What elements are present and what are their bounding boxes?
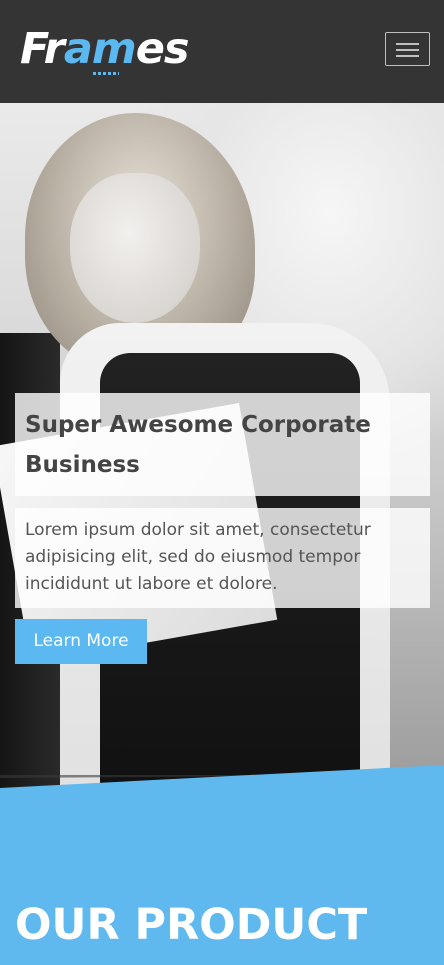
logo-text-prefix: Fr (20, 24, 65, 74)
hero-text-panel: Lorem ipsum dolor sit amet, consectetur … (15, 508, 430, 608)
hamburger-menu-button[interactable] (385, 32, 430, 66)
site-header: Frames (0, 0, 444, 103)
learn-more-button[interactable]: Learn More (15, 619, 147, 664)
hamburger-bar (396, 55, 419, 57)
logo-dots-decoration (93, 72, 119, 75)
hero-description: Lorem ipsum dolor sit amet, consectetur … (25, 520, 371, 594)
hamburger-menu-icon (396, 43, 419, 45)
hero-title: Super Awesome Corporate Business (25, 412, 371, 478)
product-section: OUR PRODUCT (0, 788, 444, 965)
hamburger-bar (396, 49, 419, 51)
logo-text-accent: am (63, 24, 137, 74)
hero-title-panel: Super Awesome Corporate Business (15, 393, 430, 496)
section-title: OUR PRODUCT (15, 900, 368, 950)
logo-text-suffix: es (135, 24, 190, 74)
hero-image-figure (70, 173, 200, 323)
logo[interactable]: Frames (20, 24, 190, 78)
hero-section: Super Awesome Corporate Business Lorem i… (0, 103, 444, 788)
